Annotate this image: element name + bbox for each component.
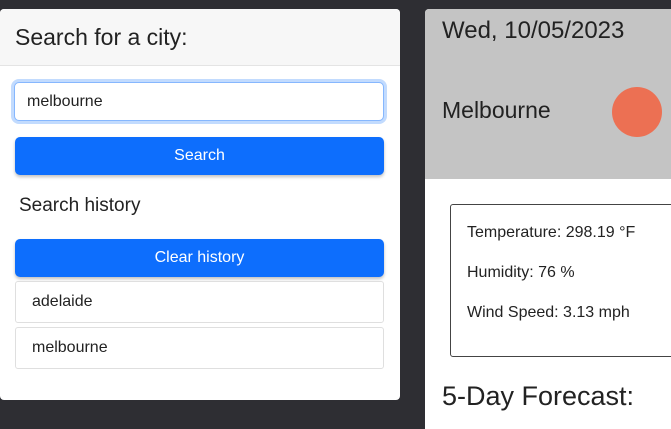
humidity-text: Humidity: 76 % <box>467 264 575 281</box>
current-weather-panel: Wed, 10/05/2023 Melbourne Temperature: 2… <box>425 9 671 429</box>
forecast-title: 5-Day Forecast: <box>442 381 635 411</box>
city-search-input[interactable] <box>14 82 384 121</box>
search-history-list: adelaide melbourne <box>15 281 384 373</box>
weather-city: Melbourne <box>442 97 551 123</box>
history-item-melbourne[interactable]: melbourne <box>15 327 384 369</box>
search-panel: Search for a city: Search Search history… <box>0 9 400 400</box>
temperature-text: Temperature: 298.19 °F <box>467 224 636 241</box>
weather-date: Wed, 10/05/2023 <box>442 17 625 44</box>
clear-history-button[interactable]: Clear history <box>15 239 384 277</box>
search-history-title: Search history <box>19 195 141 216</box>
search-panel-header: Search for a city: <box>0 9 400 66</box>
weather-details-card: Temperature: 298.19 °F Humidity: 76 % Wi… <box>450 204 671 357</box>
wind-speed-text: Wind Speed: 3.13 mph <box>467 304 630 321</box>
history-item-adelaide[interactable]: adelaide <box>15 281 384 323</box>
search-title: Search for a city: <box>15 23 188 50</box>
weather-condition-icon <box>612 87 662 137</box>
current-weather-header: Wed, 10/05/2023 Melbourne <box>425 9 671 179</box>
search-button[interactable]: Search <box>15 137 384 175</box>
